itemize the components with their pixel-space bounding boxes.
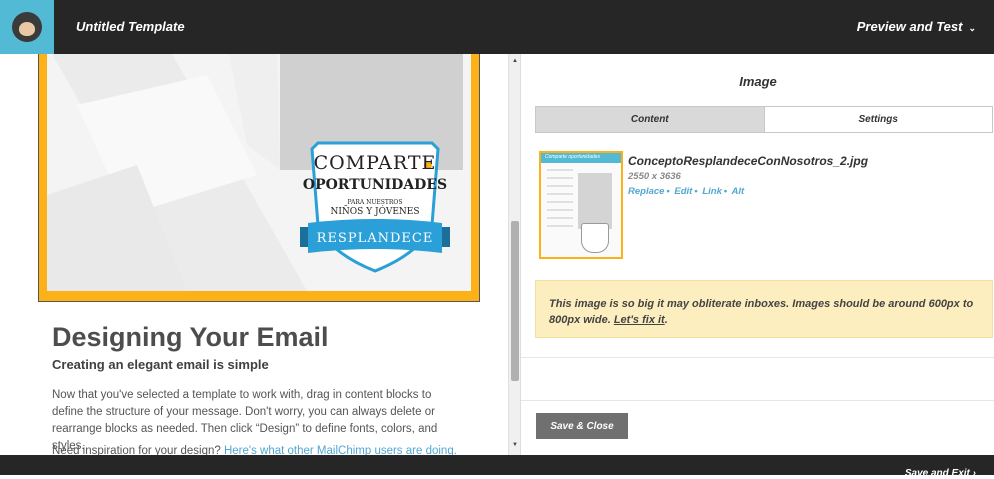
- panel-title: Image: [739, 74, 777, 89]
- warning-text: This image is so big it may obliterate i…: [549, 298, 974, 326]
- image-actions: Replace • Edit • Link • Alt: [628, 186, 745, 197]
- canvas-scrollbar[interactable]: ▲ ▼: [508, 54, 520, 455]
- template-title[interactable]: Untitled Template: [76, 19, 185, 34]
- thumb-header-text: Comparte oportunidades: [545, 154, 601, 160]
- preview-label: Preview and Test: [856, 19, 963, 34]
- tab-settings[interactable]: Settings: [765, 107, 993, 132]
- image-size-warning: This image is so big it may obliterate i…: [535, 280, 993, 338]
- scroll-down-icon[interactable]: ▼: [512, 442, 518, 448]
- mailchimp-logo-icon[interactable]: [0, 0, 54, 54]
- badge-line-4: NIÑOS Y JÓVENES: [330, 207, 420, 217]
- preview-and-test-button[interactable]: Preview and Test ⌄: [857, 19, 976, 34]
- content-subheading[interactable]: Creating an elegant email is simple: [52, 357, 269, 372]
- badge-line-2: OPORTUNIDADES: [302, 177, 448, 193]
- divider: [521, 357, 994, 358]
- image-dimensions: 2550 x 3636: [628, 171, 681, 182]
- badge-line-1: COMPARTE: [313, 152, 437, 174]
- scroll-thumb[interactable]: [511, 221, 519, 381]
- tab-content[interactable]: Content: [536, 107, 765, 132]
- save-close-button[interactable]: Save & Close: [536, 413, 628, 439]
- image-file-name: ConceptoResplandeceConNosotros_2.jpg: [628, 154, 869, 168]
- replace-link[interactable]: Replace: [628, 186, 664, 197]
- image-settings-panel: Image Content Settings Comparte oportuni…: [520, 54, 994, 455]
- banner-subtext: con nosotros: [352, 248, 398, 257]
- edit-link[interactable]: Edit: [674, 186, 692, 197]
- divider: [521, 400, 994, 401]
- inspiration-prefix: Need inspiration for your design?: [52, 445, 224, 455]
- panel-tabs: Content Settings: [535, 106, 993, 133]
- alt-link[interactable]: Alt: [731, 186, 744, 197]
- content-heading[interactable]: Designing Your Email: [52, 322, 329, 353]
- link-link[interactable]: Link: [702, 186, 722, 197]
- badge-line-3: PARA NUESTROS: [347, 199, 403, 206]
- campaign-badge: COMPARTE OPORTUNIDADES PARA NUESTROS NIÑ…: [300, 135, 450, 275]
- email-canvas[interactable]: COMPARTE OPORTUNIDADES PARA NUESTROS NIÑ…: [0, 54, 508, 455]
- inspiration-link[interactable]: Here's what other MailChimp users are do…: [224, 445, 457, 455]
- chevron-down-icon: ⌄: [968, 23, 976, 33]
- top-bar: Untitled Template Preview and Test ⌄: [0, 0, 994, 54]
- save-and-exit-button[interactable]: Save and Exit ›: [905, 468, 976, 479]
- image-thumbnail[interactable]: Comparte oportunidades: [539, 151, 623, 259]
- scroll-up-icon[interactable]: ▲: [512, 58, 518, 64]
- inspiration-line[interactable]: Need inspiration for your design? Here's…: [52, 445, 472, 455]
- fix-it-link[interactable]: Let's fix it: [614, 314, 665, 326]
- hero-image-block[interactable]: COMPARTE OPORTUNIDADES PARA NUESTROS NIÑ…: [38, 54, 480, 302]
- bottom-bar: Save and Exit ›: [0, 455, 994, 479]
- banner-text: RESPLANDECE: [316, 231, 434, 246]
